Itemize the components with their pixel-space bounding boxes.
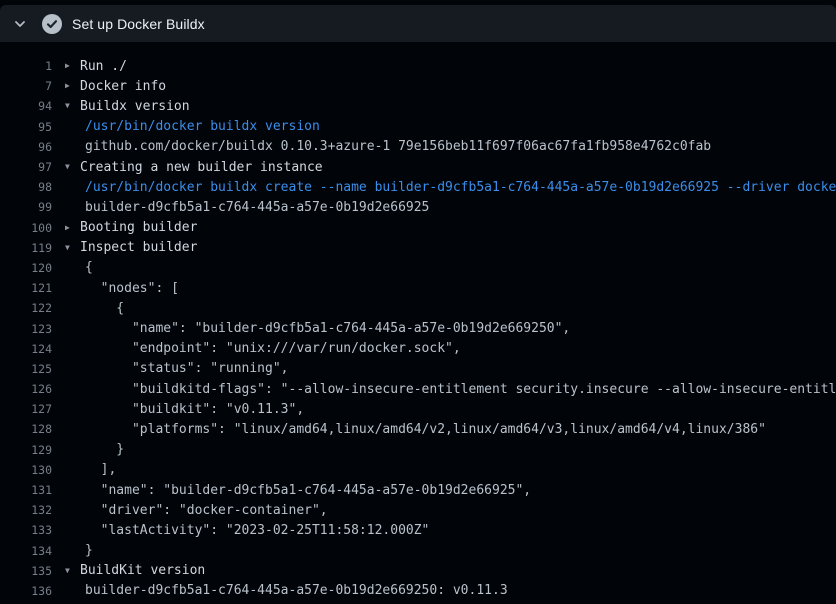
log-line: 125 "status": "running", [0, 359, 836, 379]
line-number: 7 [0, 79, 52, 93]
group-title: Docker info [80, 79, 166, 94]
output-text: "lastActivity": "2023-02-25T11:58:12.000… [85, 523, 429, 538]
line-number: 125 [0, 362, 52, 376]
line-number: 132 [0, 503, 52, 517]
line-number: 129 [0, 443, 52, 457]
output-text: github.com/docker/buildx 0.10.3+azure-1 … [85, 139, 711, 154]
line-number: 94 [0, 99, 52, 113]
log-group-header[interactable]: 97 ▼ Creating a new builder instance [0, 157, 836, 177]
output-text: "platforms": "linux/amd64,linux/amd64/v2… [85, 422, 766, 437]
output-text: "driver": "docker-container", [85, 503, 328, 518]
group-title: Inspect builder [80, 240, 197, 255]
output-text: "name": "builder-d9cfb5a1-c764-445a-a57e… [85, 483, 531, 498]
line-number: 126 [0, 382, 52, 396]
line-number: 120 [0, 261, 52, 275]
line-number: 96 [0, 140, 52, 154]
line-number: 130 [0, 463, 52, 477]
log-group-header[interactable]: 1 ▶ Run ./ [0, 56, 836, 76]
step-title: Set up Docker Buildx [72, 16, 205, 32]
group-title: Run ./ [80, 59, 127, 74]
line-number: 97 [0, 160, 52, 174]
check-circle-icon [42, 14, 62, 34]
log-group-header[interactable]: 7 ▶ Docker info [0, 76, 836, 96]
line-number: 133 [0, 523, 52, 537]
output-text: } [85, 442, 124, 457]
line-number: 95 [0, 120, 52, 134]
triangle-down-icon[interactable]: ▼ [65, 244, 73, 252]
output-text: "name": "builder-d9cfb5a1-c764-445a-a57e… [85, 321, 570, 336]
log-line: 126 "buildkitd-flags": "--allow-insecure… [0, 379, 836, 399]
group-title: BuildKit version [80, 563, 205, 578]
line-number: 124 [0, 342, 52, 356]
output-text: "endpoint": "unix:///var/run/docker.sock… [85, 341, 461, 356]
output-text: "nodes": [ [85, 281, 179, 296]
line-number: 119 [0, 241, 52, 255]
log-line: 131 "name": "builder-d9cfb5a1-c764-445a-… [0, 480, 836, 500]
log-line: 134 } [0, 541, 836, 561]
output-text: { [85, 301, 124, 316]
output-text: ], [85, 462, 116, 477]
group-title: Buildx version [80, 99, 190, 114]
log-group-header[interactable]: 119 ▼ Inspect builder [0, 238, 836, 258]
log-line: 98 /usr/bin/docker buildx create --name … [0, 177, 836, 197]
log-group-header[interactable]: 135 ▼ BuildKit version [0, 561, 836, 581]
actions-log-viewer: Set up Docker Buildx 1 ▶ Run ./ 7 ▶ Dock… [0, 5, 836, 604]
output-text: } [85, 543, 93, 558]
group-title: Creating a new builder instance [80, 160, 323, 175]
log-line: 120 { [0, 258, 836, 278]
log-output: 1 ▶ Run ./ 7 ▶ Docker info 94 ▼ Buildx v… [0, 42, 836, 601]
group-title: Booting builder [80, 220, 197, 235]
log-line: 128 "platforms": "linux/amd64,linux/amd6… [0, 419, 836, 439]
log-line: 127 "buildkit": "v0.11.3", [0, 399, 836, 419]
command-text: /usr/bin/docker buildx create --name bui… [85, 180, 836, 195]
log-group-header[interactable]: 94 ▼ Buildx version [0, 96, 836, 116]
triangle-down-icon[interactable]: ▼ [65, 163, 73, 171]
output-text: builder-d9cfb5a1-c764-445a-a57e-0b19d2e6… [85, 583, 508, 598]
output-text: builder-d9cfb5a1-c764-445a-a57e-0b19d2e6… [85, 200, 429, 215]
line-number: 122 [0, 301, 52, 315]
log-line: 133 "lastActivity": "2023-02-25T11:58:12… [0, 520, 836, 540]
log-line: 129 } [0, 440, 836, 460]
triangle-right-icon[interactable]: ▶ [65, 62, 73, 70]
line-number: 127 [0, 402, 52, 416]
line-number: 100 [0, 221, 52, 235]
line-number: 135 [0, 564, 52, 578]
triangle-down-icon[interactable]: ▼ [65, 567, 73, 575]
log-line: 124 "endpoint": "unix:///var/run/docker.… [0, 339, 836, 359]
output-text: { [85, 260, 93, 275]
line-number: 134 [0, 544, 52, 558]
log-line: 121 "nodes": [ [0, 278, 836, 298]
command-text: /usr/bin/docker buildx version [85, 119, 320, 134]
log-line: 96 github.com/docker/buildx 0.10.3+azure… [0, 137, 836, 157]
line-number: 1 [0, 59, 52, 73]
log-group-header[interactable]: 100 ▶ Booting builder [0, 218, 836, 238]
log-line: 99 builder-d9cfb5a1-c764-445a-a57e-0b19d… [0, 197, 836, 217]
line-number: 131 [0, 483, 52, 497]
line-number: 123 [0, 322, 52, 336]
line-number: 99 [0, 200, 52, 214]
line-number: 121 [0, 281, 52, 295]
chevron-down-icon[interactable] [12, 16, 28, 32]
triangle-down-icon[interactable]: ▼ [65, 102, 73, 110]
line-number: 98 [0, 180, 52, 194]
triangle-right-icon[interactable]: ▶ [65, 82, 73, 90]
log-line: 95 /usr/bin/docker buildx version [0, 117, 836, 137]
log-line: 132 "driver": "docker-container", [0, 500, 836, 520]
log-line: 122 { [0, 298, 836, 318]
log-line: 123 "name": "builder-d9cfb5a1-c764-445a-… [0, 318, 836, 338]
log-line: 136 builder-d9cfb5a1-c764-445a-a57e-0b19… [0, 581, 836, 601]
step-header[interactable]: Set up Docker Buildx [0, 5, 836, 42]
triangle-right-icon[interactable]: ▶ [65, 224, 73, 232]
output-text: "buildkit": "v0.11.3", [85, 402, 304, 417]
output-text: "status": "running", [85, 361, 289, 376]
line-number: 128 [0, 422, 52, 436]
log-line: 130 ], [0, 460, 836, 480]
line-number: 136 [0, 584, 52, 598]
output-text: "buildkitd-flags": "--allow-insecure-ent… [85, 382, 836, 397]
